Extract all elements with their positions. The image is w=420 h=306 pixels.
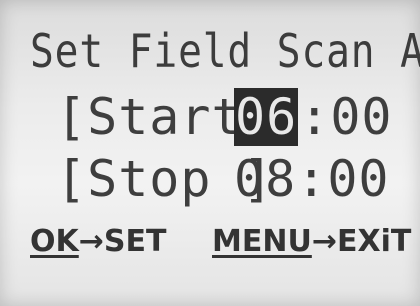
stop-time-row: [Stop ]08:00 — [56, 150, 390, 208]
stop-minute-field[interactable]: 00 — [327, 150, 389, 208]
start-minute-field[interactable]: 00 — [330, 88, 392, 146]
footer-hints: OK→SET MENU→EXiT — [0, 224, 420, 274]
menu-action-label: →EXiT — [311, 224, 412, 259]
stop-time-separator: : — [296, 150, 328, 208]
ok-action-label: →SET — [78, 224, 167, 259]
stop-time: 08:00 — [234, 150, 390, 208]
menu-exit-hint[interactable]: MENU→EXiT — [212, 224, 411, 259]
ok-set-hint[interactable]: OK→SET — [30, 224, 166, 259]
menu-key-label: MENU — [212, 224, 312, 259]
start-hour-field[interactable]: 06 — [234, 88, 299, 146]
ok-key-label: OK — [30, 224, 79, 259]
start-time: 06:00 — [234, 88, 393, 146]
screen-title: Set Field Scan A — [30, 24, 420, 78]
start-time-separator: : — [299, 88, 331, 146]
start-time-row: [Start]06:00 — [56, 88, 393, 146]
lcd-screen: Set Field Scan A [Start]06:00 [Stop ]08:… — [0, 0, 420, 306]
stop-hour-field[interactable]: 08 — [234, 150, 296, 208]
start-label: [Start] — [56, 88, 274, 146]
stop-label: [Stop ] — [56, 150, 274, 208]
